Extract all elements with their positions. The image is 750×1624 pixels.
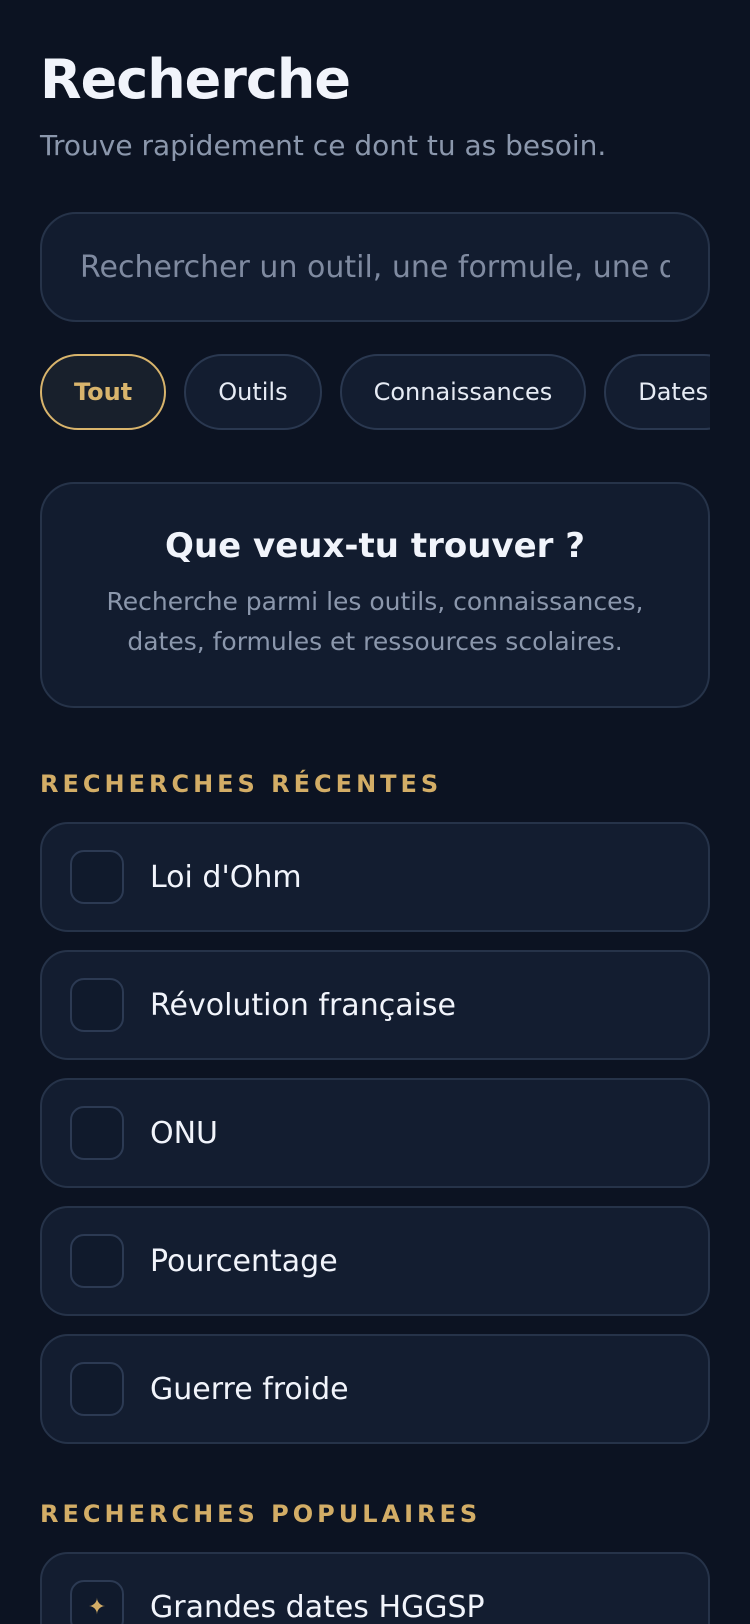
recent-search-label: Révolution française — [150, 987, 457, 1023]
recent-search-item[interactable]: Pourcentage — [40, 1206, 710, 1316]
history-icon — [70, 1234, 124, 1288]
empty-state-text: Recherche parmi les outils, connaissance… — [106, 587, 644, 656]
page-subtitle: Trouve rapidement ce dont tu as besoin. — [40, 129, 607, 162]
filter-chip-connaissances[interactable]: Connaissances — [339, 354, 587, 430]
popular-searches-list: ✦ Grandes dates HGGSP — [40, 1552, 710, 1624]
filter-chip-dates[interactable]: Dates — [604, 354, 710, 430]
recent-search-label: Guerre froide — [150, 1371, 349, 1407]
search-input[interactable] — [78, 248, 672, 286]
empty-state-card: Que veux-tu trouver ? Recherche parmi le… — [40, 482, 710, 708]
trending-icon: ✦ — [70, 1580, 124, 1624]
popular-search-item[interactable]: ✦ Grandes dates HGGSP — [40, 1552, 710, 1624]
history-icon — [70, 850, 124, 904]
popular-search-label: Grandes dates HGGSP — [150, 1589, 485, 1624]
recent-search-item[interactable]: Guerre froide — [40, 1334, 710, 1444]
empty-state-title: Que veux-tu trouver ? — [165, 526, 585, 566]
recent-searches-list: Loi d'Ohm Révolution française ONU Pourc… — [40, 822, 710, 1444]
history-icon — [70, 1362, 124, 1416]
recent-search-item[interactable]: ONU — [40, 1078, 710, 1188]
filter-chip-outils[interactable]: Outils — [184, 354, 322, 430]
filter-chip-tout[interactable]: Tout — [40, 354, 167, 430]
recent-search-label: Loi d'Ohm — [150, 859, 302, 895]
history-icon — [70, 978, 124, 1032]
recent-search-label: ONU — [150, 1115, 219, 1151]
popular-searches-heading: RECHERCHES POPULAIRES — [40, 1500, 482, 1528]
recent-search-item[interactable]: Loi d'Ohm — [40, 822, 710, 932]
search-screen: Recherche Trouve rapidement ce dont tu a… — [0, 0, 750, 1624]
filter-chips: Tout Outils Connaissances Dates — [40, 354, 710, 430]
recent-searches-heading: RECHERCHES RÉCENTES — [40, 770, 443, 798]
recent-search-label: Pourcentage — [150, 1243, 338, 1279]
search-box[interactable] — [40, 212, 710, 322]
page-title: Recherche — [40, 48, 351, 111]
recent-search-item[interactable]: Révolution française — [40, 950, 710, 1060]
history-icon — [70, 1106, 124, 1160]
